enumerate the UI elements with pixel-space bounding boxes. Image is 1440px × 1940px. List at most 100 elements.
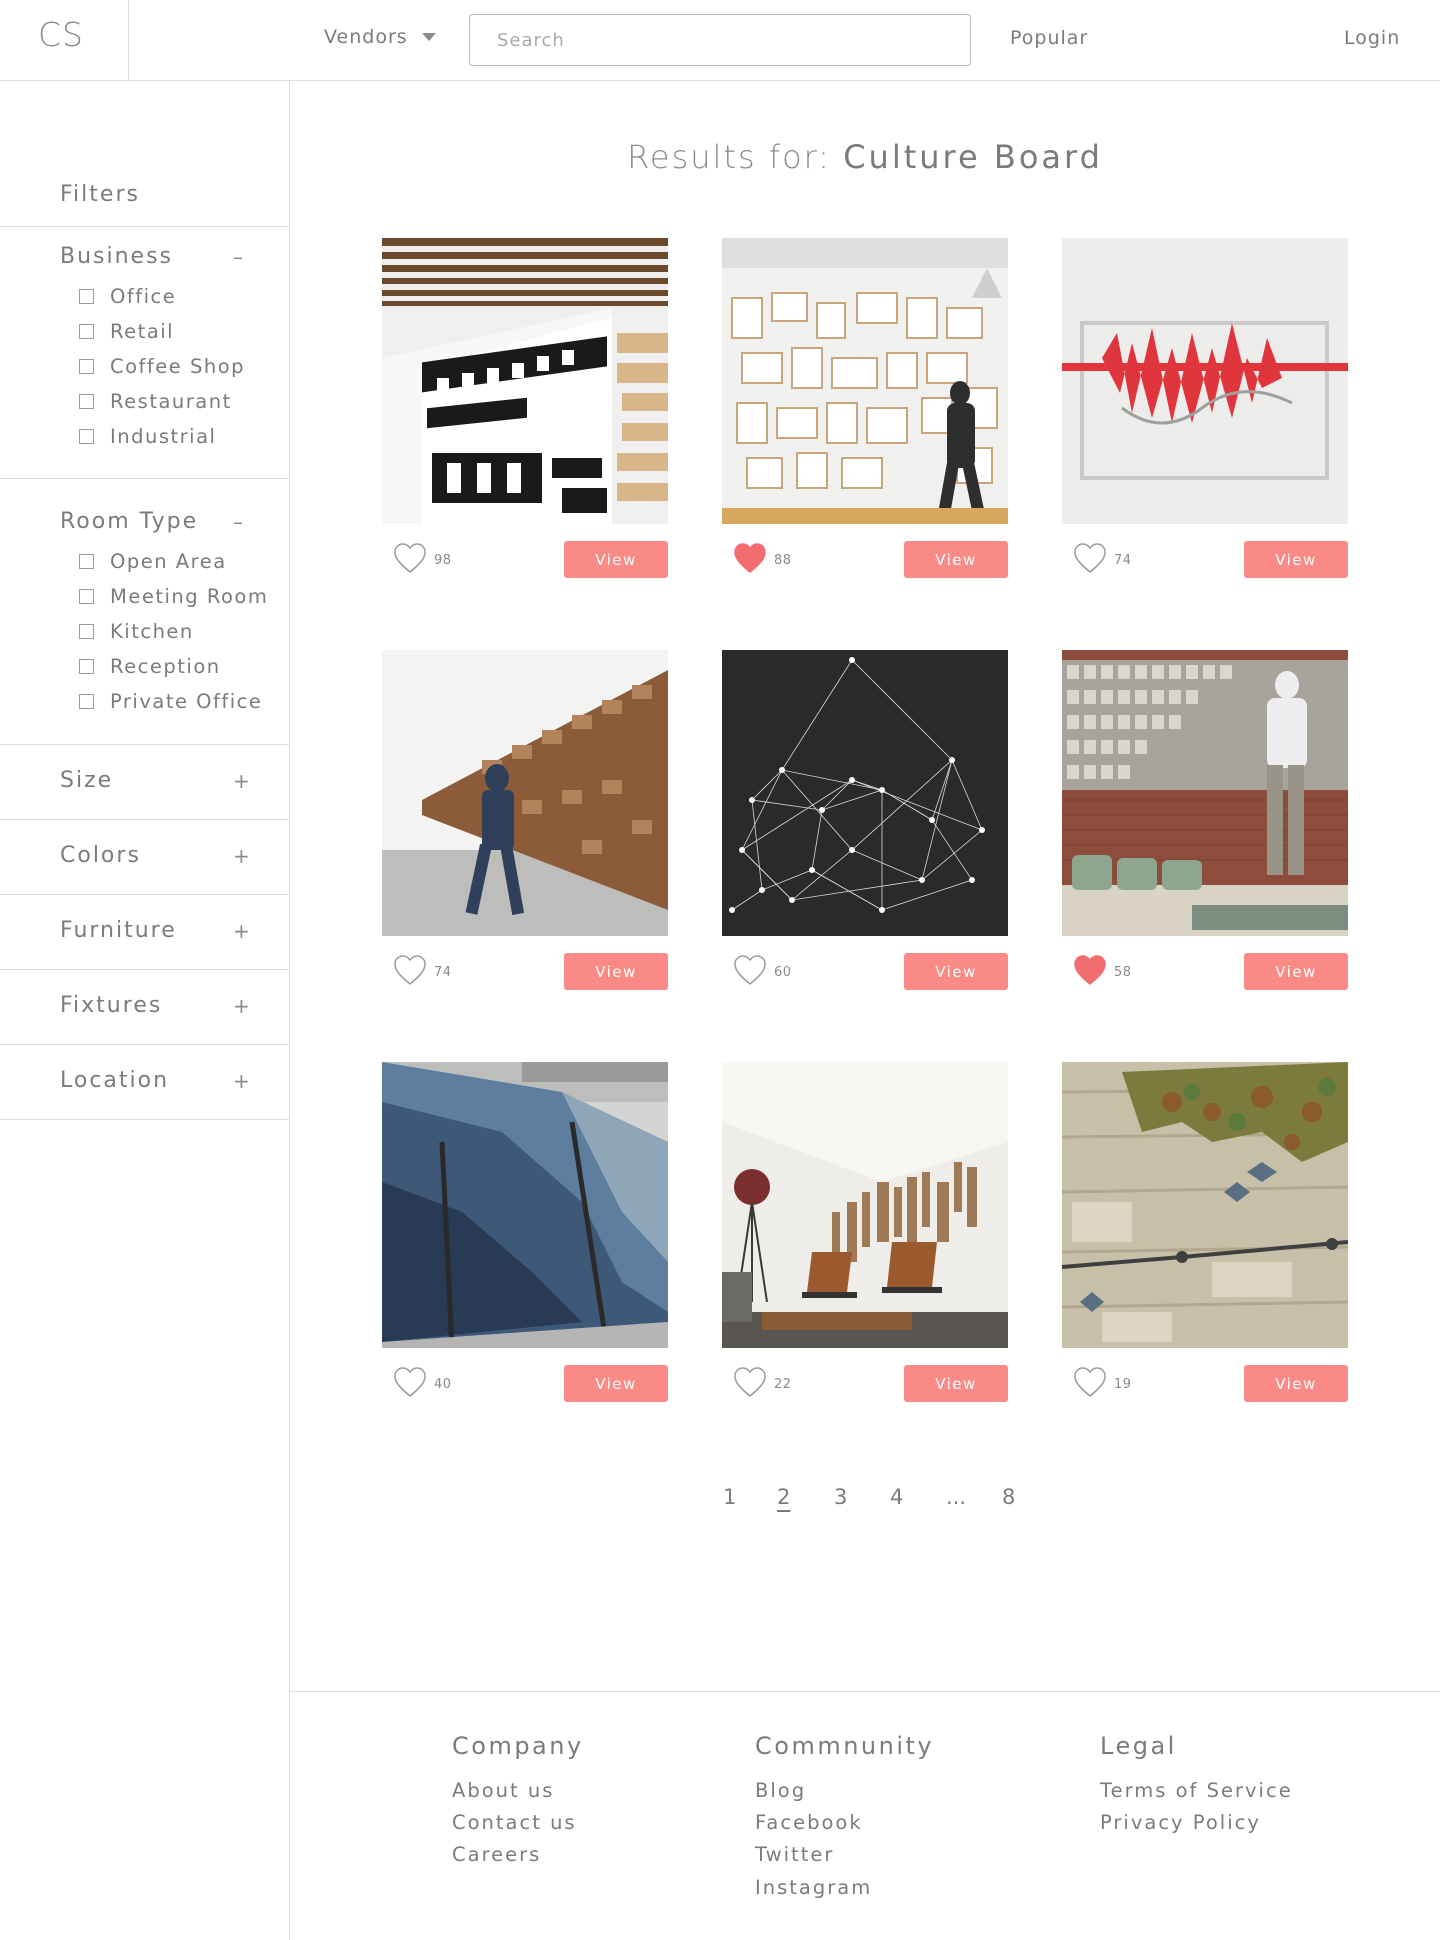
filter-section-furniture[interactable]: Furniture <box>60 918 177 943</box>
view-button[interactable]: View <box>904 541 1008 578</box>
divider <box>0 969 289 970</box>
result-image[interactable] <box>1062 650 1348 936</box>
filter-option-meeting-room[interactable]: Meeting Room <box>79 585 268 608</box>
expand-toggle[interactable]: + <box>233 769 250 793</box>
expand-toggle[interactable]: + <box>233 919 250 943</box>
heart-outline-icon[interactable] <box>733 1366 767 1398</box>
option-label: Kitchen <box>110 620 194 643</box>
heart-outline-icon[interactable] <box>1073 542 1107 574</box>
filter-option-coffee-shop[interactable]: Coffee Shop <box>79 355 245 378</box>
heart-filled-icon[interactable] <box>733 542 767 574</box>
view-button[interactable]: View <box>1244 953 1348 990</box>
result-image[interactable] <box>1062 1062 1348 1348</box>
logo[interactable]: CS <box>0 0 129 81</box>
result-image[interactable] <box>722 650 1008 936</box>
page-link-1[interactable]: 1 <box>723 1485 736 1509</box>
vendors-dropdown[interactable]: Vendors <box>324 26 436 48</box>
checkbox[interactable] <box>79 554 94 569</box>
result-image[interactable] <box>1062 238 1348 524</box>
filters-title: Filters <box>60 182 140 207</box>
collapse-toggle[interactable]: – <box>233 510 243 534</box>
filter-option-open-area[interactable]: Open Area <box>79 550 227 573</box>
footer-link-terms[interactable]: Terms of Service <box>1100 1779 1293 1802</box>
view-button[interactable]: View <box>1244 1365 1348 1402</box>
heart-outline-icon[interactable] <box>393 954 427 986</box>
page-link-3[interactable]: 3 <box>834 1485 847 1509</box>
checkbox[interactable] <box>79 359 94 374</box>
filter-section-location[interactable]: Location <box>60 1068 169 1093</box>
checkbox[interactable] <box>79 324 94 339</box>
view-button[interactable]: View <box>904 953 1008 990</box>
footer-link-careers[interactable]: Careers <box>452 1843 541 1866</box>
filter-option-reception[interactable]: Reception <box>79 655 221 678</box>
page-link-4[interactable]: 4 <box>890 1485 903 1509</box>
heart-outline-icon[interactable] <box>1073 1366 1107 1398</box>
collapse-toggle[interactable]: – <box>233 245 243 269</box>
heart-outline-icon[interactable] <box>393 542 427 574</box>
filter-option-office[interactable]: Office <box>79 285 176 308</box>
checkbox[interactable] <box>79 429 94 444</box>
view-button[interactable]: View <box>1244 541 1348 578</box>
footer-heading-community: Commnunity <box>755 1732 935 1760</box>
option-label: Meeting Room <box>110 585 269 608</box>
result-image[interactable] <box>382 238 668 524</box>
filter-section-colors[interactable]: Colors <box>60 843 141 868</box>
checkbox[interactable] <box>79 694 94 709</box>
footer-link-facebook[interactable]: Facebook <box>755 1811 863 1834</box>
view-button[interactable]: View <box>564 953 668 990</box>
like-count: 98 <box>434 553 452 568</box>
footer-heading-legal: Legal <box>1100 1732 1177 1760</box>
checkbox[interactable] <box>79 394 94 409</box>
view-button[interactable]: View <box>904 1365 1008 1402</box>
expand-toggle[interactable]: + <box>233 844 250 868</box>
login-link[interactable]: Login <box>1344 27 1400 49</box>
result-image[interactable] <box>722 238 1008 524</box>
brick-wall-portraits-photo <box>1062 650 1348 936</box>
filter-option-private-office[interactable]: Private Office <box>79 690 262 713</box>
divider <box>0 226 289 227</box>
filter-section-room-type[interactable]: Room Type <box>60 509 198 534</box>
heart-outline-icon[interactable] <box>733 954 767 986</box>
divider <box>0 1044 289 1045</box>
heart-filled-icon[interactable] <box>1073 954 1107 986</box>
result-image[interactable] <box>382 650 668 936</box>
result-image[interactable] <box>722 1062 1008 1348</box>
footer-link-contact[interactable]: Contact us <box>452 1811 577 1834</box>
filter-option-industrial[interactable]: Industrial <box>79 425 216 448</box>
footer-link-privacy[interactable]: Privacy Policy <box>1100 1811 1261 1834</box>
footer-link-blog[interactable]: Blog <box>755 1779 806 1802</box>
expand-toggle[interactable]: + <box>233 1069 250 1093</box>
checkbox[interactable] <box>79 659 94 674</box>
result-image[interactable] <box>382 1062 668 1348</box>
filter-section-size[interactable]: Size <box>60 768 113 793</box>
view-button[interactable]: View <box>564 1365 668 1402</box>
footer-link-about[interactable]: About us <box>452 1779 554 1802</box>
option-label: Private Office <box>110 690 263 713</box>
heart-outline-icon[interactable] <box>393 1366 427 1398</box>
filter-option-retail[interactable]: Retail <box>79 320 174 343</box>
expand-toggle[interactable]: + <box>233 994 250 1018</box>
filter-section-fixtures[interactable]: Fixtures <box>60 993 162 1018</box>
option-label: Coffee Shop <box>110 355 246 378</box>
like-count: 74 <box>434 965 452 980</box>
filter-option-kitchen[interactable]: Kitchen <box>79 620 194 643</box>
view-button[interactable]: View <box>564 541 668 578</box>
footer-link-twitter[interactable]: Twitter <box>755 1843 834 1866</box>
page-link-8[interactable]: 8 <box>1002 1485 1015 1509</box>
results-heading: Results for: Culture Board <box>290 138 1440 176</box>
popular-link[interactable]: Popular <box>1010 27 1088 49</box>
checkbox[interactable] <box>79 289 94 304</box>
checkbox[interactable] <box>79 624 94 639</box>
divider <box>0 1119 289 1120</box>
like-count: 88 <box>774 553 792 568</box>
divider <box>0 478 289 479</box>
footer-link-instagram[interactable]: Instagram <box>755 1876 872 1899</box>
search-input[interactable] <box>469 14 971 66</box>
like-count: 40 <box>434 1377 452 1392</box>
checkbox[interactable] <box>79 589 94 604</box>
footer-heading-company: Company <box>452 1732 584 1760</box>
filter-section-business[interactable]: Business <box>60 244 173 269</box>
page-link-2-current[interactable]: 2 <box>777 1485 790 1509</box>
option-label: Retail <box>110 320 175 343</box>
filter-option-restaurant[interactable]: Restaurant <box>79 390 232 413</box>
